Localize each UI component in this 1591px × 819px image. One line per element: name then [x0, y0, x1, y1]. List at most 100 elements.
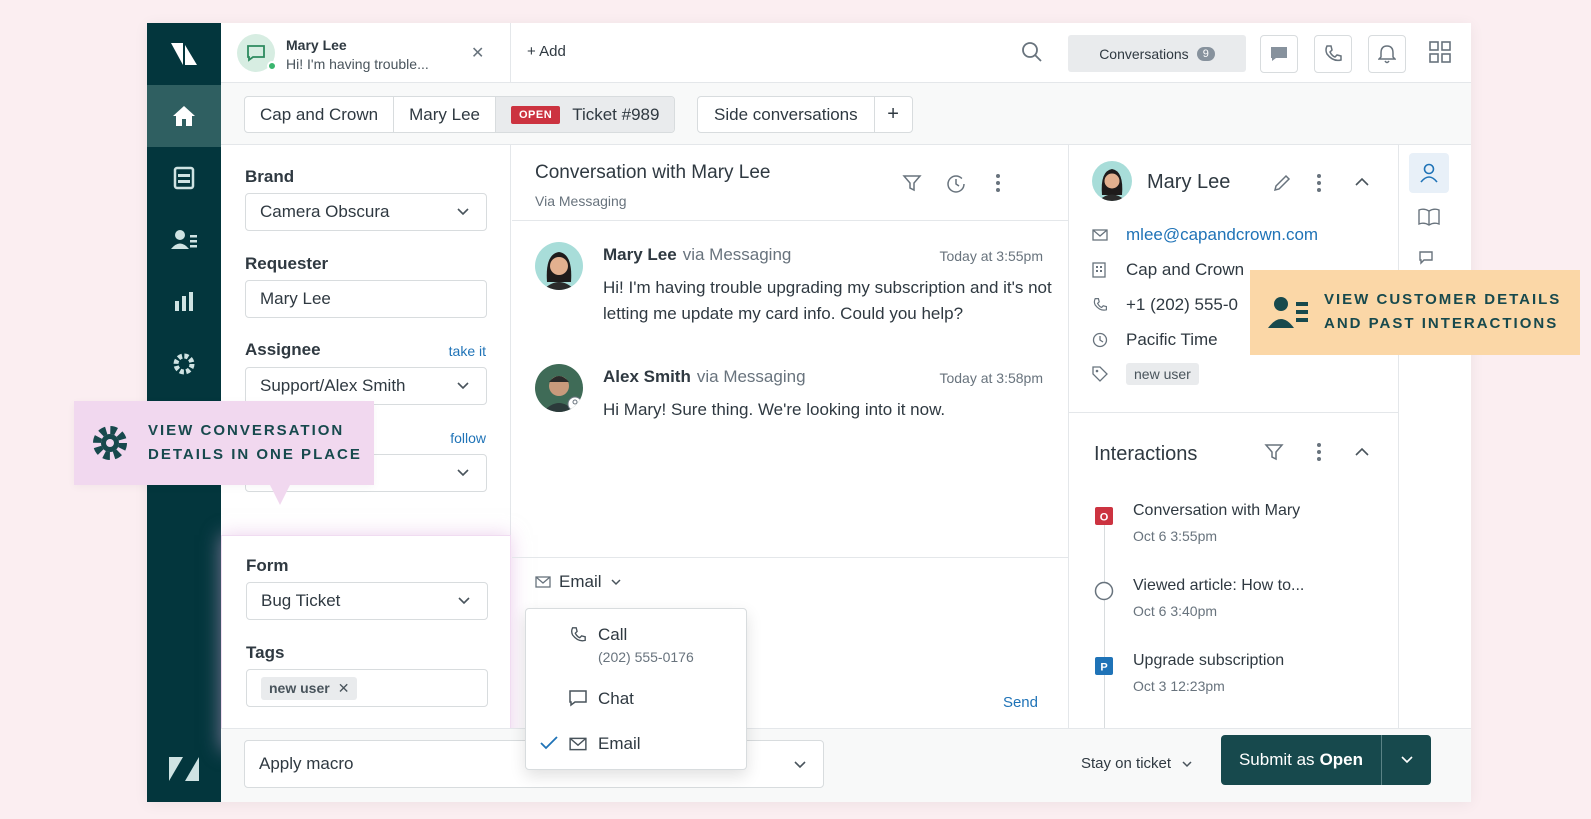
- breadcrumb-requester[interactable]: Mary Lee: [394, 97, 496, 132]
- settings-icon[interactable]: [147, 333, 221, 395]
- message-text: Hi! I'm having trouble upgrading my subs…: [603, 278, 1052, 323]
- side-conversations-button[interactable]: Side conversations: [698, 97, 874, 132]
- chevron-down-icon: [794, 761, 806, 769]
- channel-option-chat[interactable]: Chat: [526, 679, 748, 721]
- customers-icon[interactable]: [147, 209, 221, 271]
- tags-input[interactable]: new user ✕: [246, 669, 488, 707]
- open-ticket-icon: O: [1095, 507, 1113, 525]
- edit-icon[interactable]: [1272, 173, 1292, 193]
- breadcrumb: Cap and Crown Mary Lee OPEN Ticket #989: [244, 96, 676, 133]
- more-options-icon[interactable]: [1316, 442, 1322, 462]
- side-conversations-icon[interactable]: [1418, 250, 1440, 268]
- interaction-badge: O: [1100, 512, 1109, 524]
- conversation-channel: Via Messaging: [535, 193, 627, 209]
- brand-label: Brand: [245, 167, 295, 186]
- form-value: Bug Ticket: [261, 591, 341, 610]
- channel-selector[interactable]: Email: [535, 572, 622, 592]
- channel-option-label: Call: [598, 625, 628, 644]
- filter-icon[interactable]: [1264, 442, 1284, 462]
- reporting-icon[interactable]: [147, 271, 221, 333]
- requester-label: Requester: [245, 254, 329, 273]
- message-sender: Mary Lee via Messaging: [603, 245, 791, 265]
- assignee-select[interactable]: Support/Alex Smith: [245, 367, 487, 405]
- message-sender-name: Mary Lee: [603, 245, 677, 264]
- customer-email[interactable]: mlee@capandcrown.com: [1126, 225, 1318, 245]
- chevron-down-icon: [1400, 756, 1413, 764]
- customer-organization[interactable]: Cap and Crown: [1126, 260, 1244, 280]
- channel-option-email[interactable]: Email: [526, 724, 748, 766]
- callout-line-2: AND PAST INTERACTIONS: [1324, 315, 1559, 332]
- breadcrumb-organization[interactable]: Cap and Crown: [245, 97, 395, 132]
- follow-link[interactable]: follow: [450, 430, 486, 446]
- send-button[interactable]: Send: [1003, 694, 1038, 711]
- take-it-link[interactable]: take it: [449, 343, 486, 359]
- tag-chip: new user ✕: [261, 676, 358, 700]
- conversation-header: Conversation with Mary Lee Via Messaging: [512, 145, 1068, 221]
- home-icon[interactable]: [147, 85, 221, 147]
- message-text: Hi Mary! Sure thing. We're looking into …: [603, 400, 946, 419]
- message-channel: via Messaging: [682, 245, 792, 264]
- breadcrumb-ticket[interactable]: OPEN Ticket #989: [496, 97, 675, 132]
- conversations-button[interactable]: Conversations 9: [1068, 35, 1246, 72]
- interaction-title: Conversation with Mary: [1133, 502, 1301, 519]
- conversation-tab[interactable]: Mary Lee Hi! I'm having trouble... ✕: [221, 23, 511, 83]
- more-options-icon[interactable]: [1316, 173, 1322, 193]
- chevron-up-icon[interactable]: [1354, 177, 1370, 187]
- apps-grid-icon[interactable]: [1429, 41, 1451, 68]
- add-button[interactable]: + Add: [527, 43, 566, 60]
- chevron-down-icon: [457, 208, 469, 216]
- divider: [1069, 412, 1399, 413]
- messaging-icon[interactable]: [1260, 35, 1298, 73]
- remove-tag-icon[interactable]: ✕: [338, 680, 350, 697]
- chevron-down-icon: [457, 382, 469, 390]
- form-tags-card: Form Bug Ticket Tags new user ✕: [221, 535, 511, 750]
- submit-prefix: Submit as: [1238, 750, 1315, 769]
- zendesk-product-icon[interactable]: [147, 746, 221, 792]
- customer-context-icon[interactable]: [1409, 153, 1449, 193]
- callout-customer-details: VIEW CUSTOMER DETAILS AND PAST INTERACTI…: [1250, 270, 1580, 355]
- customer-phone[interactable]: +1 (202) 555-0: [1126, 295, 1238, 315]
- close-icon[interactable]: ✕: [471, 43, 484, 63]
- message-time: Today at 3:55pm: [939, 248, 1043, 264]
- stay-on-ticket-select[interactable]: Stay on ticket: [1081, 755, 1193, 772]
- more-options-icon[interactable]: [995, 173, 1001, 193]
- callout-line-1: VIEW CONVERSATION: [148, 422, 345, 439]
- gear-icon: [93, 426, 127, 460]
- chevron-up-icon[interactable]: [1354, 447, 1370, 457]
- customer-panel: Mary Lee mlee@capandcrown.com Cap and Cr…: [1068, 145, 1399, 735]
- submit-options-button[interactable]: [1381, 735, 1431, 785]
- clock-icon: [1092, 332, 1126, 348]
- phone-icon: [571, 627, 586, 642]
- stay-on-ticket-label: Stay on ticket: [1081, 755, 1172, 772]
- chevron-down-icon: [458, 597, 470, 605]
- conversations-label: Conversations: [1099, 45, 1189, 62]
- history-icon[interactable]: [945, 173, 967, 195]
- channel-option-call[interactable]: Call (202) 555-0176: [526, 609, 748, 673]
- interaction-date: Oct 6 3:55pm: [1133, 528, 1218, 544]
- chevron-down-icon: [1182, 760, 1192, 767]
- avatar: [535, 364, 583, 412]
- search-icon[interactable]: [1021, 41, 1043, 68]
- submit-button[interactable]: Submit as Open: [1221, 735, 1381, 785]
- add-side-conversation-button[interactable]: +: [873, 97, 912, 132]
- message-channel: via Messaging: [696, 367, 806, 386]
- phone-icon[interactable]: [1314, 35, 1352, 73]
- status-badge: OPEN: [511, 105, 561, 124]
- conversation-title: Conversation with Mary Lee: [535, 162, 771, 183]
- notifications-icon[interactable]: [1368, 35, 1406, 73]
- article-view-icon: [1094, 581, 1114, 601]
- filter-icon[interactable]: [902, 173, 922, 193]
- zendesk-logo[interactable]: [147, 23, 221, 85]
- requester-field[interactable]: Mary Lee: [245, 280, 487, 318]
- customer-tags-row: new user: [1092, 363, 1199, 385]
- phone-icon: [1092, 297, 1126, 313]
- chevron-down-icon: [610, 579, 621, 586]
- form-select[interactable]: Bug Ticket: [246, 582, 488, 620]
- brand-select[interactable]: Camera Obscura: [245, 193, 487, 231]
- side-conversations-group: Side conversations +: [697, 96, 913, 133]
- customer-tag-chip: new user: [1126, 363, 1199, 385]
- knowledge-icon[interactable]: [1418, 208, 1440, 226]
- views-icon[interactable]: [147, 147, 221, 209]
- channel-selector-label: Email: [559, 572, 602, 591]
- conversation-tab-preview: Hi! I'm having trouble...: [286, 56, 429, 72]
